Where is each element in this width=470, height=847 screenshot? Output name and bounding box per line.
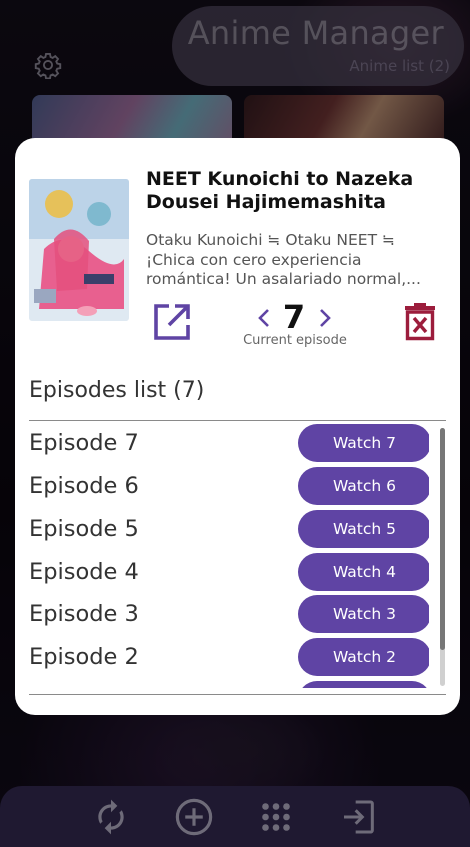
watch-episode-button[interactable]: Watch 4 (298, 552, 429, 591)
delete-icon (405, 303, 435, 341)
chevron-right-icon (320, 309, 331, 327)
anime-detail-dialog: NEET Kunoichi to Nazeka Dousei Hajimemas… (15, 138, 460, 715)
episode-label: Episode 4 (29, 558, 139, 585)
previous-episode-button[interactable] (253, 306, 275, 330)
scrollbar-thumb[interactable] (440, 428, 445, 650)
divider (29, 694, 446, 695)
episodes-scrollbar[interactable] (440, 428, 445, 686)
watch-episode-button[interactable] (298, 680, 429, 688)
episode-row: Episode 7 Watch 7 (29, 422, 429, 465)
episode-row: Episode 2 Watch 2 (29, 636, 429, 679)
watch-episode-button[interactable]: Watch 7 (298, 424, 429, 463)
anime-cover-image (29, 179, 129, 321)
delete-anime-button[interactable] (400, 301, 440, 341)
watch-episode-button[interactable]: Watch 2 (298, 638, 429, 677)
episode-label: Episode 2 (29, 644, 139, 671)
episode-label: Episode 3 (29, 601, 139, 628)
chevron-left-icon (258, 309, 269, 327)
episode-label: Episode 5 (29, 515, 139, 542)
current-episode-label: Current episode (243, 333, 347, 348)
episodes-list[interactable]: Episode 7 Watch 7 Episode 6 Watch 6 Episode … (29, 422, 429, 688)
episode-row: Episode 4 Watch 4 (29, 550, 429, 593)
watch-episode-button[interactable]: Watch 5 (298, 509, 429, 548)
episode-row: Episode 6 Watch 6 (29, 465, 429, 508)
episode-label: Episode 7 (29, 430, 139, 457)
current-episode-number: 7 (282, 298, 306, 336)
episode-stepper: 7 Current episode (237, 298, 397, 348)
anime-description: Otaku Kunoichi ≒ Otaku NEET ≒ ¡Chica con… (146, 231, 421, 288)
open-anime-button[interactable] (152, 302, 192, 342)
watch-episode-button[interactable]: Watch 3 (298, 595, 429, 634)
next-episode-button[interactable] (314, 306, 336, 330)
divider (29, 420, 446, 421)
anime-title: NEET Kunoichi to Nazeka Dousei Hajimemas… (146, 168, 414, 213)
open-external-icon (154, 304, 190, 340)
episode-row: Episode 3 Watch 3 (29, 593, 429, 636)
episode-row (29, 679, 429, 688)
watch-episode-button[interactable]: Watch 6 (298, 467, 429, 506)
episodes-list-heading: Episodes list (7) (29, 378, 205, 403)
episode-label: Episode 6 (29, 473, 139, 500)
episode-row: Episode 5 Watch 5 (29, 508, 429, 551)
